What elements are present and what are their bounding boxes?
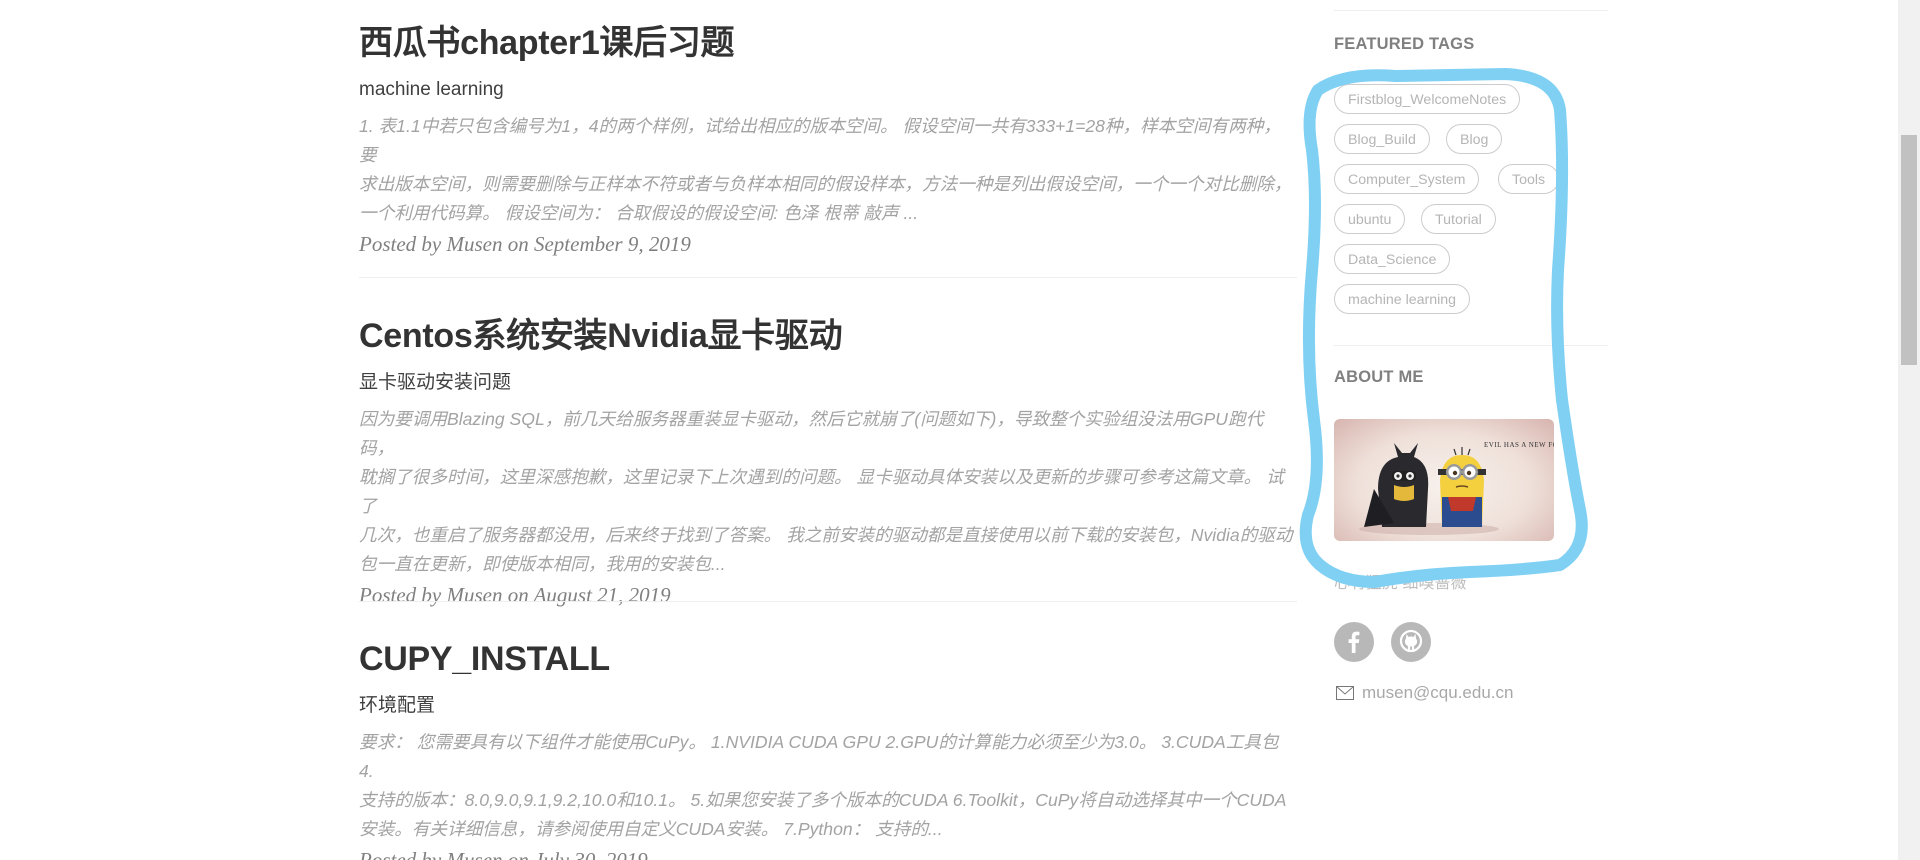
post-preview[interactable]: 西瓜书chapter1课后习题 machine learning 1. 表1.1… (359, 22, 1297, 257)
about-image-caption: EVIL HAS A NEW FOE (1484, 441, 1554, 449)
post-divider (359, 277, 1297, 278)
tag-tutorial[interactable]: Tutorial (1421, 204, 1496, 234)
post-meta: Posted by Musen on August 21, 2019 (359, 583, 671, 607)
sidebar-divider (1334, 10, 1608, 11)
post-excerpt[interactable]: 因为要调用Blazing SQL，前几天给服务器重装显卡驱动，然后它就崩了(问题… (359, 405, 1297, 579)
tag-data-science[interactable]: Data_Science (1334, 244, 1451, 274)
post-subtitle[interactable]: machine learning (359, 77, 1297, 103)
envelope-icon (1336, 686, 1354, 700)
tag-ubuntu[interactable]: ubuntu (1334, 204, 1406, 234)
excerpt-line: 一个利用代码算。 假设空间为： 合取假设的假设空间: 色泽 根蒂 敲声 ... (359, 203, 919, 223)
tag-machine-learning[interactable]: machine learning (1334, 284, 1471, 314)
excerpt-line: 支持的版本：8.0,9.0,9.1,9.2,10.0和10.1。 5.如果您安装… (359, 790, 1287, 810)
excerpt-line: 包一直在更新，即使版本相同，我用的安装包... (359, 554, 726, 574)
excerpt-line: 几次，也重启了服务器都没用，后来终于找到了答案。 我之前安装的驱动都是直接使用以… (359, 525, 1293, 545)
post-meta: Posted by Musen on September 9, 2019 (359, 232, 691, 256)
facebook-icon (1348, 631, 1360, 653)
post-excerpt[interactable]: 1. 表1.1中若只包含编号为1，4的两个样例，试给出相应的版本空间。 假设空间… (359, 112, 1297, 228)
post-title[interactable]: Centos系统安装Nvidia显卡驱动 (359, 315, 1297, 357)
post-title[interactable]: CUPY_INSTALL (359, 638, 1297, 680)
blog-page: 西瓜书chapter1课后习题 machine learning 1. 表1.1… (0, 0, 1920, 860)
post-title[interactable]: 西瓜书chapter1课后习题 (359, 22, 1297, 64)
excerpt-line: 耽搁了很多时间，这里深感抱歉，这里记录下上次遇到的问题。 显卡驱动具体安装以及更… (359, 467, 1284, 516)
post-meta: Posted by Musen on July 30, 2019 (359, 848, 648, 860)
excerpt-line: 要求： 您需要具有以下组件才能使用CuPy。 1.NVIDIA CUDA GPU… (359, 732, 1279, 781)
vertical-scrollbar[interactable] (1898, 0, 1920, 860)
post-subtitle[interactable]: 显卡驱动安装问题 (359, 370, 1297, 396)
minion-illustration: EVIL HAS A NEW FOE (1359, 441, 1554, 535)
about-me-image: EVIL HAS A NEW FOE (1334, 419, 1554, 541)
featured-tags-heading: FEATURED TAGS (1334, 35, 1475, 53)
sidebar-divider (1334, 345, 1608, 346)
about-me-text: 心有猛虎 细嗅蔷薇 (1334, 575, 1467, 592)
post-divider (359, 601, 1297, 602)
tag-computer-system[interactable]: Computer_System (1334, 164, 1480, 194)
tag-blog-build[interactable]: Blog_Build (1334, 124, 1430, 154)
about-me-heading: ABOUT ME (1334, 368, 1424, 386)
post-preview[interactable]: Centos系统安装Nvidia显卡驱动 显卡驱动安装问题 因为要调用Blazi… (359, 315, 1297, 608)
excerpt-line: 求出版本空间，则需要删除与正样本不符或者与负样本相同的假设样本，方法一种是列出假… (359, 174, 1292, 194)
github-link[interactable] (1391, 622, 1431, 662)
post-preview[interactable]: CUPY_INSTALL 环境配置 要求： 您需要具有以下组件才能使用CuPy。… (359, 638, 1297, 860)
post-subtitle[interactable]: 环境配置 (359, 693, 1297, 719)
tag-firstblog-welcomenotes[interactable]: Firstblog_WelcomeNotes (1334, 84, 1521, 114)
tag-tools[interactable]: Tools (1498, 164, 1560, 194)
scrollbar-thumb[interactable] (1901, 135, 1917, 365)
facebook-link[interactable] (1334, 622, 1374, 662)
excerpt-line: 1. 表1.1中若只包含编号为1，4的两个样例，试给出相应的版本空间。 假设空间… (359, 116, 1281, 165)
excerpt-line: 因为要调用Blazing SQL，前几天给服务器重装显卡驱动，然后它就崩了(问题… (359, 409, 1264, 458)
email-link[interactable]: musen@cqu.edu.cn (1362, 683, 1513, 703)
post-excerpt[interactable]: 要求： 您需要具有以下组件才能使用CuPy。 1.NVIDIA CUDA GPU… (359, 728, 1297, 844)
excerpt-line: 安装。有关详细信息，请参阅使用自定义CUDA安装。 7.Python： 支持的.… (359, 819, 943, 839)
github-icon (1399, 629, 1423, 653)
tag-blog[interactable]: Blog (1446, 124, 1503, 154)
